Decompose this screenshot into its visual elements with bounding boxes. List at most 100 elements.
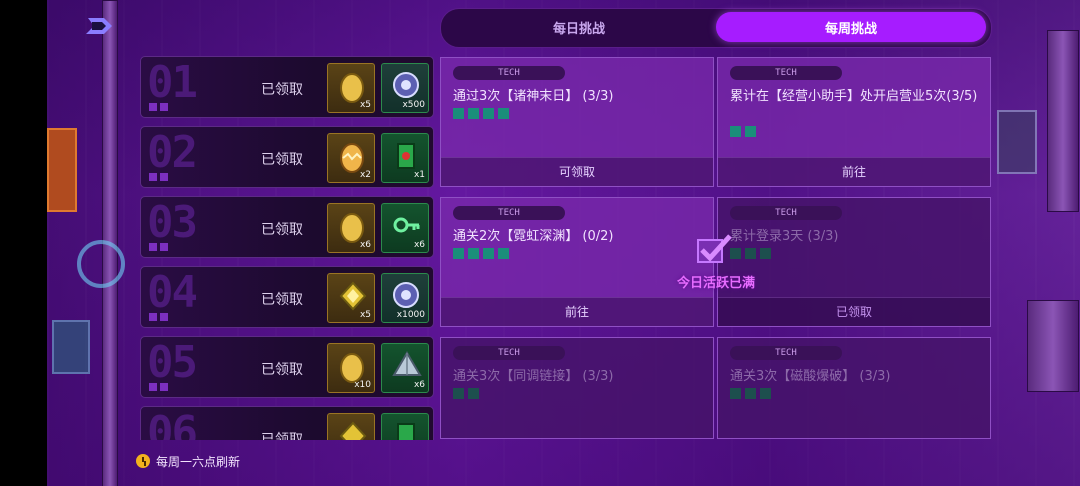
task-title: 通过3次【诸神末日】 (3/3) (453, 89, 614, 104)
task-card-claimed: TECH 累计登录3天 (3/3) 已领取 (717, 197, 991, 327)
reward-quantity: x2 (359, 170, 371, 180)
claimed-label: 已领取 (718, 297, 990, 326)
background-pipe (1047, 30, 1079, 212)
milestone-status: 已领取 (261, 222, 303, 238)
task-card-claimed: TECH 通关3次【磁酸爆破】 (3/3) (717, 337, 991, 439)
tab-weekly-challenge[interactable]: 每周挑战 (716, 12, 986, 42)
reward-quantity: x10 (354, 380, 371, 390)
reward-slot[interactable] (381, 413, 429, 440)
green-card-icon (397, 143, 415, 169)
reward-slot[interactable]: x10 (327, 343, 375, 393)
back-arrow-icon (86, 18, 112, 34)
reward-slot[interactable]: x2 (327, 133, 375, 183)
milestone-number: 05 (147, 337, 198, 388)
challenge-tab-bar: 每日挑战 每周挑战 (440, 8, 992, 48)
reward-slot[interactable]: x6 (327, 203, 375, 253)
task-progress-pips (453, 248, 509, 259)
reward-slot[interactable]: x5 (327, 63, 375, 113)
reward-slot[interactable] (327, 413, 375, 440)
tab-daily-challenge[interactable]: 每日挑战 (445, 12, 713, 42)
task-tag: TECH (730, 346, 842, 360)
task-title: 通关3次【磁酸爆破】 (3/3) (730, 369, 891, 384)
milestone-dots (149, 243, 168, 251)
daily-activity-full-message: 今日活跃已满 (676, 276, 755, 291)
milestone-row[interactable]: 04 已领取 x5 x1000 (140, 266, 434, 328)
milestone-number: 02 (147, 127, 198, 178)
task-progress-pips (453, 388, 479, 399)
claim-button[interactable]: 可领取 (441, 157, 713, 186)
clock-icon (136, 454, 150, 468)
task-progress-pips (730, 248, 771, 259)
milestone-dots (149, 173, 168, 181)
milestone-row[interactable]: 01 已领取 x5 x500 (140, 56, 434, 118)
task-tag: TECH (730, 206, 842, 220)
key-icon (393, 217, 420, 233)
milestone-list[interactable]: 01 已领取 x5 x500 02 已领取 x2 x1 03 已领取 x6 x6… (140, 56, 434, 440)
golden-egg-icon (340, 353, 364, 383)
reward-slot[interactable]: x6 (381, 203, 429, 253)
task-tag: TECH (730, 66, 842, 80)
back-button[interactable] (82, 14, 118, 40)
reward-slot[interactable]: x1 (381, 133, 429, 183)
milestone-number: 06 (147, 407, 198, 441)
reward-quantity: x1000 (396, 310, 425, 320)
milestone-status: 已领取 (261, 82, 303, 98)
reward-slot[interactable]: x1000 (381, 273, 429, 323)
milestone-number: 01 (147, 57, 198, 108)
task-title: 累计在【经营小助手】处开启营业5次(3/5) (730, 89, 978, 104)
milestone-dots (149, 103, 168, 111)
milestone-dots (149, 383, 168, 391)
go-button[interactable]: 前往 (441, 297, 713, 326)
reward-quantity: x5 (359, 310, 371, 320)
reward-quantity: x6 (413, 240, 425, 250)
gold-gem-icon (339, 421, 367, 440)
task-card-claimed: TECH 通关3次【同调链接】 (3/3) (440, 337, 714, 439)
background-pipe (102, 0, 118, 486)
green-card-icon (397, 423, 415, 440)
pyramid-icon (392, 351, 422, 376)
task-title: 通关2次【霓虹深渊】 (0/2) (453, 229, 614, 244)
checkmark-icon (696, 232, 734, 266)
task-tag: TECH (453, 206, 565, 220)
milestone-status: 已领取 (261, 152, 303, 168)
reward-quantity: x500 (402, 100, 425, 110)
refresh-notice: 每周一六点刷新 (136, 450, 240, 472)
golden-egg-icon (340, 73, 364, 103)
task-card: TECH 累计在【经营小助手】处开启营业5次(3/5) 前往 (717, 57, 991, 187)
task-title: 累计登录3天 (3/3) (730, 229, 839, 244)
reward-quantity: x5 (359, 100, 371, 110)
task-tag: TECH (453, 346, 565, 360)
milestone-status: 已领取 (261, 292, 303, 308)
character-sprite (52, 320, 90, 374)
coin-token-icon (393, 72, 419, 98)
reward-quantity: x1 (413, 170, 425, 180)
task-card: TECH 通关2次【霓虹深渊】 (0/2) 前往 (440, 197, 714, 327)
task-title: 通关3次【同调链接】 (3/3) (453, 369, 614, 384)
milestone-number: 04 (147, 267, 198, 318)
milestone-status: 已领取 (261, 432, 303, 440)
refresh-text: 每周一六点刷新 (156, 454, 241, 469)
neon-sign-decoration (47, 128, 77, 212)
milestone-row[interactable]: 06 已领取 (140, 406, 434, 440)
robot-arm-decoration (997, 110, 1037, 174)
milestone-row[interactable]: 05 已领取 x10 x6 (140, 336, 434, 398)
patterned-egg-icon (340, 143, 364, 173)
milestone-row[interactable]: 03 已领取 x6 x6 (140, 196, 434, 258)
task-progress-pips (730, 126, 756, 137)
go-button[interactable]: 前往 (718, 157, 990, 186)
milestone-row[interactable]: 02 已领取 x2 x1 (140, 126, 434, 188)
reward-slot[interactable]: x5 (327, 273, 375, 323)
task-tag: TECH (453, 66, 565, 80)
task-progress-pips (453, 108, 509, 119)
coin-token-icon (393, 282, 419, 308)
reward-slot[interactable]: x500 (381, 63, 429, 113)
background-pipe (1027, 300, 1079, 392)
reward-quantity: x6 (413, 380, 425, 390)
milestone-number: 03 (147, 197, 198, 248)
reward-slot[interactable]: x6 (381, 343, 429, 393)
task-progress-pips (730, 388, 771, 399)
milestone-dots (149, 313, 168, 321)
gold-gem-icon (339, 281, 367, 311)
golden-egg-icon (340, 213, 364, 243)
reward-quantity: x6 (359, 240, 371, 250)
